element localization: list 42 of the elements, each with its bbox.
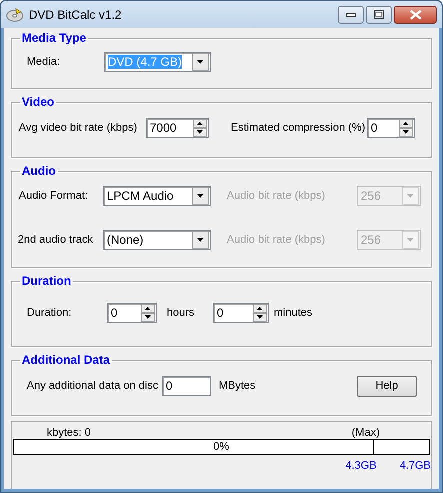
field-label: Media: <box>27 54 62 70</box>
size-mark: 4.7GB <box>400 459 431 474</box>
help-button[interactable]: Help <box>357 376 417 396</box>
field-label: Audio Format: <box>19 188 90 204</box>
group-title: Media Type <box>21 32 88 44</box>
field-label: minutes <box>273 306 313 321</box>
close-icon <box>410 10 422 20</box>
size-mark: 4.3GB <box>346 459 377 474</box>
minimize-button[interactable] <box>338 6 364 24</box>
close-button[interactable] <box>394 6 437 24</box>
group-title: Additional Data <box>21 354 112 366</box>
field-label: MBytes <box>218 378 256 394</box>
spinner-icon[interactable] <box>141 304 155 322</box>
dropdown[interactable]: (None) <box>103 230 211 250</box>
field-label: Estimated compression (%) <box>231 120 366 136</box>
group-title: Duration <box>21 275 72 287</box>
max-label: (Max) <box>352 426 380 439</box>
spinner-icon[interactable] <box>193 119 207 137</box>
field-label: Duration: <box>27 306 73 321</box>
field-label: hours <box>166 306 196 321</box>
field-label: Any additional data on disc <box>27 378 160 394</box>
spinner-icon[interactable] <box>399 119 413 137</box>
dropdown[interactable]: LPCM Audio <box>103 186 211 206</box>
spin-field[interactable]: 0 <box>367 118 415 138</box>
text-input[interactable]: 0 <box>162 376 211 396</box>
disc-icon <box>6 6 24 22</box>
spin-field[interactable]: 0 <box>213 303 269 323</box>
group-title: Video <box>21 96 56 108</box>
spin-field[interactable]: 7000 <box>146 118 209 138</box>
kbytes-label: kbytes: 0 <box>47 426 92 439</box>
progress-text: 0% <box>214 440 230 455</box>
field-label: Audio bit rate (kbps) <box>227 188 326 204</box>
field-label: Avg video bit rate (kbps) <box>19 120 138 136</box>
field-label: Audio bit rate (kbps) <box>227 232 326 248</box>
field-label: 2nd audio track <box>18 232 94 248</box>
window-title: DVD BitCalc v1.2 <box>29 6 123 24</box>
maximize-icon <box>374 10 384 19</box>
group-title: Audio <box>21 165 57 177</box>
spin-field[interactable]: 0 <box>107 303 157 323</box>
spinner-icon[interactable] <box>253 304 267 322</box>
maximize-button[interactable] <box>366 6 392 24</box>
minimize-icon <box>346 12 356 16</box>
